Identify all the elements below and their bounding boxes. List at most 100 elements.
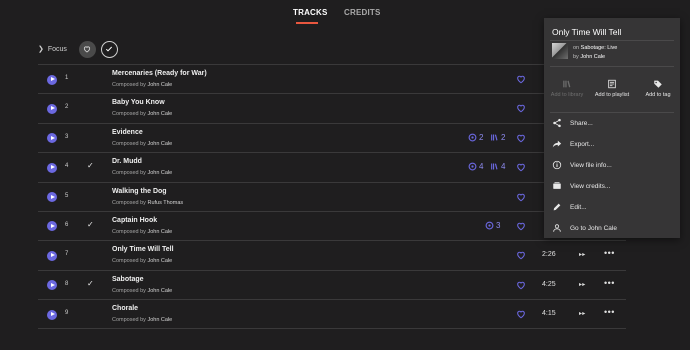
heart-icon [84, 46, 91, 53]
heart-icon[interactable] [516, 133, 526, 143]
composer-name[interactable]: John Cale [147, 229, 172, 235]
more-options-icon[interactable]: ••• [604, 278, 615, 288]
share-icon [553, 118, 561, 128]
track-number: 5 [65, 192, 69, 199]
composer-name[interactable]: John Cale [147, 111, 172, 117]
tab-tracks[interactable]: TRACKS [293, 8, 328, 17]
composer-name[interactable]: John Cale [147, 141, 172, 147]
share-menu-item[interactable]: Share... [550, 115, 674, 131]
composer-name[interactable]: John Cale [147, 170, 172, 176]
track-row[interactable]: 1 Mercenaries (Ready for War) Composed by … [38, 64, 626, 93]
play-icon[interactable] [47, 192, 57, 203]
add-to-library-action[interactable]: Add to library [545, 79, 589, 99]
menu-item-label: View credits... [570, 182, 611, 190]
view-credits-menu-item[interactable]: View credits... [550, 178, 674, 194]
view-file-info-menu-item[interactable]: View file info... [550, 157, 674, 173]
heart-icon[interactable] [516, 74, 526, 84]
track-title[interactable]: Walking the Dog [112, 188, 167, 195]
edit-menu-item[interactable]: Edit... [550, 199, 674, 215]
track-title[interactable]: Mercenaries (Ready for War) [112, 70, 207, 77]
menu-item-label: Export... [570, 140, 595, 148]
play-icon[interactable] [47, 250, 57, 261]
go-to-artist-menu-item[interactable]: Go to John Cale [550, 220, 674, 236]
owned-filter-button[interactable] [100, 40, 118, 58]
versions-icon [485, 221, 494, 230]
track-stat[interactable]: 2 [468, 133, 483, 142]
export-icon [552, 140, 562, 148]
action-label: Add to playlist [594, 92, 630, 98]
track-stat[interactable]: 4 [490, 162, 505, 171]
more-options-icon[interactable]: ••• [604, 248, 615, 258]
export-menu-item[interactable]: Export... [550, 136, 674, 152]
play-icon[interactable] [47, 103, 57, 114]
play-icon[interactable] [47, 162, 57, 173]
track-row[interactable]: 6 ✓ Captain Hook Composed by John Cale 3 [38, 210, 626, 240]
track-title[interactable]: Evidence [112, 129, 143, 136]
album-art[interactable] [552, 43, 568, 59]
track-title[interactable]: Only Time Will Tell [112, 246, 174, 253]
track-row[interactable]: 7 Only Time Will Tell Composed by John Cal… [38, 240, 626, 269]
composer-name[interactable]: John Cale [147, 258, 172, 264]
track-title[interactable]: Chorale [112, 305, 138, 312]
track-row[interactable]: 2 Baby You Know Composed by John Cale [38, 93, 626, 122]
menu-item-label: Share... [570, 119, 593, 127]
artist-link[interactable]: John Cale [580, 54, 605, 60]
focus-toggle[interactable]: ❯ Focus [38, 45, 67, 54]
track-stat[interactable]: 3 [485, 221, 500, 230]
track-composer: Composed by John Cale [112, 258, 172, 264]
composer-name[interactable]: John Cale [147, 82, 172, 88]
composed-by-label: Composed by [112, 199, 146, 206]
track-number: 2 [65, 104, 69, 111]
composed-by-label: Composed by [112, 82, 146, 88]
track-number: 3 [65, 133, 69, 140]
track-stat[interactable]: 4 [468, 162, 483, 171]
play-icon[interactable] [47, 280, 57, 291]
artist-prefix: by [573, 54, 579, 60]
play-next-icon[interactable]: ▸ ▸ [579, 310, 585, 317]
favorites-filter-button[interactable] [78, 40, 96, 58]
track-composer: Composed by John Cale [112, 111, 172, 117]
composer-name[interactable]: John Cale [147, 288, 172, 294]
track-duration: 4:25 [542, 280, 556, 288]
track-title[interactable]: Dr. Mudd [112, 158, 142, 165]
play-icon[interactable] [47, 309, 57, 320]
heart-icon[interactable] [516, 280, 526, 290]
heart-icon[interactable] [516, 309, 526, 319]
info-icon [552, 160, 562, 170]
tag-icon [654, 80, 662, 88]
track-number: 6 [65, 221, 69, 228]
owned-check-icon: ✓ [87, 161, 94, 171]
play-next-icon[interactable]: ▸ ▸ [579, 281, 585, 288]
playlist-add-icon [608, 79, 616, 89]
heart-icon[interactable] [516, 250, 526, 260]
composed-by-label: Composed by [112, 170, 146, 177]
play-icon[interactable] [47, 221, 57, 232]
track-stat[interactable]: 2 [490, 133, 505, 142]
track-title[interactable]: Sabotage [112, 276, 144, 283]
track-row[interactable]: 4 ✓ Dr. Mudd Composed by John Cale 4 4 [38, 152, 626, 181]
more-options-icon[interactable]: ••• [604, 307, 615, 317]
add-to-tag-action[interactable]: Add to tag [636, 79, 680, 99]
track-row[interactable]: 9 Chorale Composed by John Cale 4:15 ▸ ▸ ••• [38, 299, 626, 329]
stat-value: 4 [501, 162, 506, 172]
tab-credits[interactable]: CREDITS [344, 8, 381, 17]
track-title[interactable]: Baby You Know [112, 99, 165, 106]
add-to-playlist-action[interactable]: Add to playlist [590, 79, 634, 99]
track-row[interactable]: 8 ✓ Sabotage Composed by John Cale 4:25 ▸ ▸ ••… [38, 269, 626, 299]
heart-icon[interactable] [516, 162, 526, 172]
composer-name[interactable]: John Cale [147, 317, 172, 323]
heart-icon[interactable] [516, 103, 526, 113]
composer-name[interactable]: Rufus Thomas [147, 200, 183, 206]
play-icon[interactable] [47, 74, 57, 85]
heart-icon[interactable] [516, 221, 526, 231]
versions-icon [468, 133, 477, 142]
track-row[interactable]: 5 Walking the Dog Composed by Rufus Thomas [38, 181, 626, 211]
album-link[interactable]: Sabotage: Live [581, 45, 618, 51]
track-row[interactable]: 3 Evidence Composed by John Cale 2 2 [38, 122, 626, 152]
heart-icon[interactable] [516, 192, 526, 202]
versions-icon [468, 162, 477, 171]
action-label: Add to library [550, 92, 584, 98]
track-title[interactable]: Captain Hook [112, 217, 157, 224]
play-icon[interactable] [47, 133, 57, 144]
play-next-icon[interactable]: ▸ ▸ [579, 251, 585, 258]
